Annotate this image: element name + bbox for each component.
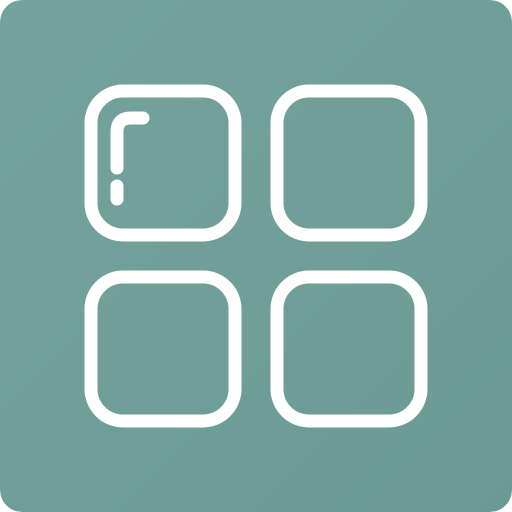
- icon-background: [0, 0, 512, 512]
- grid-four-squares-icon: [0, 0, 512, 512]
- app-icon[interactable]: [0, 0, 512, 512]
